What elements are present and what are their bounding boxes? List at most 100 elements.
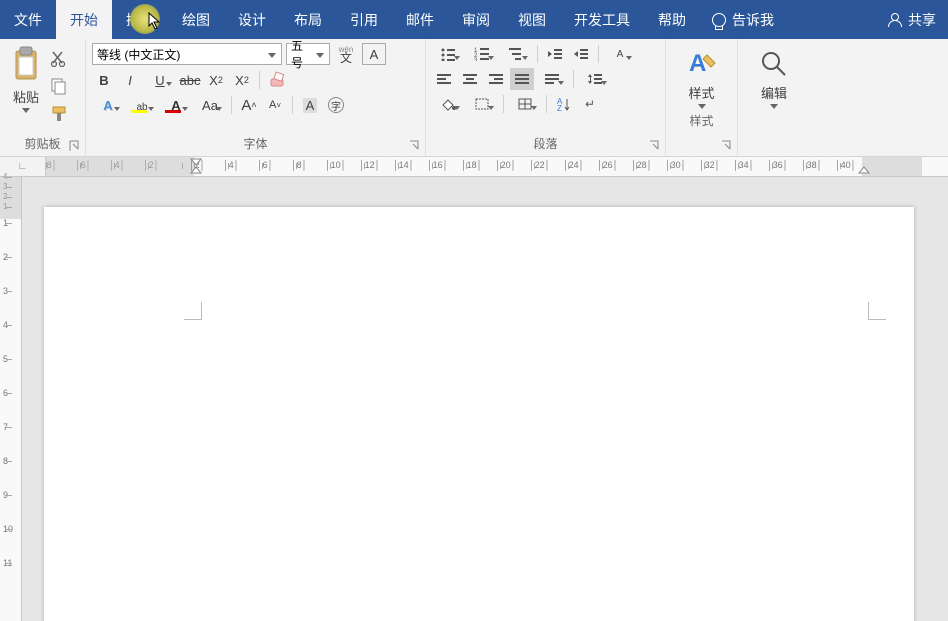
vertical-ruler[interactable]: 43211234567891011	[0, 177, 22, 621]
ribbon-tabs: 文件 开始 插入 绘图 设计 布局 引用 邮件 审阅 视图 开发工具 帮助 告诉…	[0, 0, 948, 39]
group-editing: 编辑	[738, 39, 810, 156]
font-size-value: 五号	[291, 37, 311, 71]
margin-corner-tr	[868, 302, 886, 320]
char-border-button[interactable]: A	[362, 43, 386, 65]
borders-button[interactable]	[466, 93, 498, 115]
strikethrough-button[interactable]: abc	[178, 69, 202, 91]
group-styles: A 样式 样式	[666, 39, 738, 156]
bulb-icon	[712, 13, 726, 27]
align-justify-button[interactable]	[510, 68, 534, 90]
tab-help[interactable]: 帮助	[644, 0, 700, 39]
align-center-button[interactable]	[458, 68, 482, 90]
tell-me[interactable]: 告诉我	[700, 0, 786, 39]
copy-icon	[50, 77, 68, 95]
styles-button[interactable]: A 样式	[672, 43, 731, 109]
tab-draw[interactable]: 绘图	[168, 0, 224, 39]
align-right-button[interactable]	[484, 68, 508, 90]
sort-icon: AZ	[556, 97, 572, 111]
enclose-char-button[interactable]: 字	[324, 94, 348, 116]
format-painter-button[interactable]	[48, 103, 70, 125]
tab-review[interactable]: 审阅	[448, 0, 504, 39]
group-paragraph: 123 A	[426, 39, 666, 156]
show-marks-button[interactable]: ↵	[578, 93, 602, 115]
outdent-icon	[547, 47, 563, 61]
clear-formatting-button[interactable]	[265, 69, 289, 91]
pilcrow-icon: ↵	[585, 97, 595, 111]
char-shading-button[interactable]: A	[298, 94, 322, 116]
brush-icon	[50, 105, 68, 123]
group-label-font: 字体	[92, 132, 419, 156]
italic-button[interactable]: I	[118, 69, 142, 91]
line-spacing-button[interactable]	[579, 68, 611, 90]
tab-insert[interactable]: 插入	[112, 0, 168, 39]
text-direction-button[interactable]: A	[604, 43, 636, 65]
align-left-button[interactable]	[432, 68, 456, 90]
paste-label: 粘贴	[13, 87, 39, 106]
highlight-button[interactable]: ab	[126, 94, 158, 116]
editing-button[interactable]: 编辑	[744, 43, 804, 109]
shading-button[interactable]	[432, 93, 464, 115]
tab-design[interactable]: 设计	[224, 0, 280, 39]
scissors-icon	[50, 49, 68, 67]
svg-text:Z: Z	[557, 104, 562, 111]
paragraph-dialog-launcher[interactable]	[649, 140, 661, 152]
clipboard-icon	[10, 45, 42, 85]
group-clipboard: 粘贴 剪贴板	[0, 39, 86, 156]
font-color-button[interactable]: A	[160, 94, 192, 116]
eraser-icon	[268, 71, 286, 89]
clipboard-dialog-launcher[interactable]	[69, 140, 81, 152]
change-case-button[interactable]: Aa	[194, 94, 226, 116]
paste-button[interactable]: 粘贴	[6, 43, 46, 113]
align-distribute-button[interactable]	[536, 68, 568, 90]
svg-text:3: 3	[474, 58, 478, 61]
workspace: 43211234567891011	[0, 177, 948, 621]
page[interactable]	[44, 207, 914, 621]
document-area[interactable]	[22, 177, 948, 621]
font-name-value: 等线 (中文正文)	[97, 46, 180, 63]
decrease-indent-button[interactable]	[543, 43, 567, 65]
tab-references[interactable]: 引用	[336, 0, 392, 39]
margin-corner-tl	[184, 302, 202, 320]
ribbon: 粘贴 剪贴板 等线 (中文正文) 五号 wén文 A B I U	[0, 39, 948, 157]
tab-developer[interactable]: 开发工具	[560, 0, 644, 39]
copy-button[interactable]	[48, 75, 70, 97]
group-label-styles: 样式	[672, 109, 731, 133]
styles-icon: A	[685, 47, 719, 81]
indent-icon	[573, 47, 589, 61]
group-label-paragraph: 段落	[432, 132, 659, 156]
superscript-button[interactable]: X2	[230, 69, 254, 91]
horizontal-ruler[interactable]: ∟ │8││6││4││2││2││4││6││8││10││12││14││1…	[0, 157, 948, 177]
grow-font-button[interactable]: A˄	[237, 94, 261, 116]
tell-me-label: 告诉我	[732, 10, 774, 30]
increase-indent-button[interactable]	[569, 43, 593, 65]
styles-dialog-launcher[interactable]	[721, 140, 733, 152]
styles-label: 样式	[688, 83, 714, 102]
editing-label: 编辑	[761, 83, 787, 102]
person-icon	[888, 13, 902, 27]
underline-button[interactable]: U	[144, 69, 176, 91]
search-icon	[757, 47, 791, 81]
share-label: 共享	[908, 10, 936, 30]
shrink-font-button[interactable]: A˅	[263, 94, 287, 116]
tab-home[interactable]: 开始	[56, 0, 112, 39]
sort-button[interactable]: AZ	[552, 93, 576, 115]
bullets-button[interactable]	[432, 43, 464, 65]
text-effects-button[interactable]: A	[92, 94, 124, 116]
subscript-button[interactable]: X2	[204, 69, 228, 91]
tab-file[interactable]: 文件	[0, 0, 56, 39]
tab-view[interactable]: 视图	[504, 0, 560, 39]
font-name-select[interactable]: 等线 (中文正文)	[92, 43, 282, 65]
multilevel-list-button[interactable]	[500, 43, 532, 65]
font-size-select[interactable]: 五号	[286, 43, 330, 65]
cut-button[interactable]	[48, 47, 70, 69]
tab-layout[interactable]: 布局	[280, 0, 336, 39]
bold-button[interactable]: B	[92, 69, 116, 91]
svg-text:A: A	[689, 50, 706, 77]
snap-to-grid-button[interactable]	[509, 93, 541, 115]
share-button[interactable]: 共享	[876, 0, 948, 39]
group-font: 等线 (中文正文) 五号 wén文 A B I U abc X2 X2 A ab…	[86, 39, 426, 156]
tab-mail[interactable]: 邮件	[392, 0, 448, 39]
phonetic-guide-button[interactable]: wén文	[334, 43, 358, 65]
font-dialog-launcher[interactable]	[409, 140, 421, 152]
numbering-button[interactable]: 123	[466, 43, 498, 65]
